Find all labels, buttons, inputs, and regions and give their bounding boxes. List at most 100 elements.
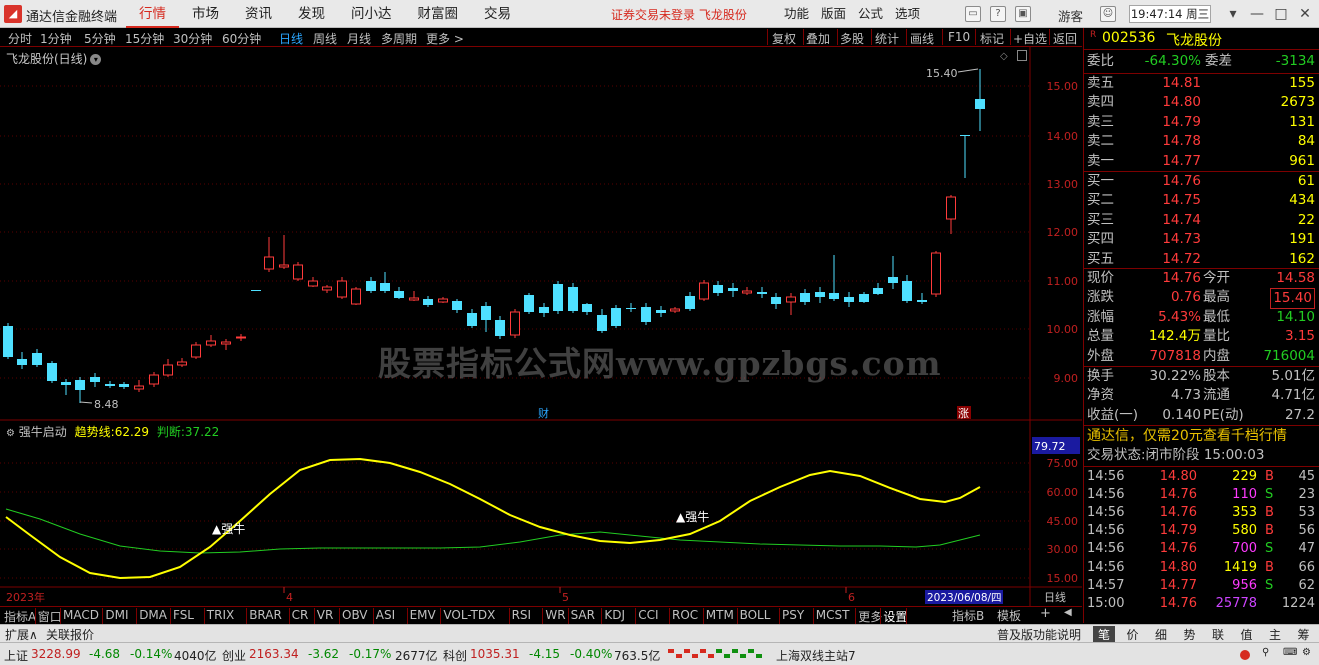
indicator-tab-kdj17[interactable]: KDJ [604, 608, 625, 622]
settings-icon[interactable]: ⚙ [1302, 647, 1311, 658]
ask-row-2[interactable]: 卖四 14.80 2673 [1087, 93, 1317, 112]
tool-adjust[interactable]: 复权 [772, 30, 796, 47]
help-icon[interactable]: ? [990, 6, 1006, 22]
indicator-tab-boll21[interactable]: BOLL [740, 608, 771, 622]
search-icon[interactable]: ⚲ [1262, 647, 1269, 658]
indicator-tab-macd2[interactable]: MACD [63, 608, 99, 622]
indicator-tab-emv12[interactable]: EMV [410, 608, 436, 622]
detail-tab-0[interactable]: 笔 [1093, 626, 1116, 643]
bid-row-4[interactable]: 买四 14.73 191 [1087, 230, 1317, 249]
indicator-b-button[interactable]: 指标B [952, 607, 984, 623]
indicator-tab-24[interactable]: 更多 [858, 608, 882, 625]
period-monthly[interactable]: 月线 [347, 30, 371, 47]
menu-news[interactable]: 资讯 [232, 0, 285, 28]
close-icon[interactable]: ✕ [1294, 4, 1316, 24]
indicator-tab-psy22[interactable]: PSY [782, 608, 804, 622]
indicator-title[interactable]: ⚙ 强牛启动 趋势线:62.29 判断:37.22 [6, 423, 219, 440]
detail-tab-4[interactable]: 联 [1207, 626, 1229, 643]
finance-marker[interactable]: 财 [538, 406, 549, 420]
menu-options[interactable]: 选项 [889, 0, 926, 28]
tool-add-favorite[interactable]: +自选 [1013, 30, 1047, 47]
bid-row-1[interactable]: 买一 14.76 61 [1087, 172, 1317, 191]
ask-row-3[interactable]: 卖三 14.79 131 [1087, 113, 1317, 132]
period-30min[interactable]: 30分钟 [173, 30, 212, 47]
window-icon[interactable]: ▭ [965, 6, 981, 22]
alert-icon[interactable] [1240, 650, 1250, 660]
menu-function[interactable]: 功能 [778, 0, 815, 28]
menu-formula[interactable]: 公式 [852, 0, 889, 28]
bid-row-3[interactable]: 买三 14.74 22 [1087, 211, 1317, 230]
chart-settings-icon[interactable]: ▾ [90, 54, 102, 65]
tool-mark[interactable]: 标记 [980, 30, 1004, 47]
detail-tab-6[interactable]: 主 [1264, 626, 1286, 643]
user-icon[interactable]: ☺ [1100, 6, 1116, 22]
indicator-tab-sar16[interactable]: SAR [571, 608, 595, 622]
detail-tab-7[interactable]: 筹 [1293, 626, 1315, 643]
period-1min[interactable]: 1分钟 [40, 30, 72, 47]
detail-tab-2[interactable]: 细 [1150, 626, 1172, 643]
indicator-settings-icon[interactable]: ⚙ [6, 428, 15, 439]
kc-index-label[interactable]: 科创 [443, 647, 467, 664]
menu-ask[interactable]: 问小达 [338, 0, 405, 28]
period-daily[interactable]: 日线 [279, 30, 303, 47]
indicator-tab-voltdx13[interactable]: VOL-TDX [443, 608, 495, 622]
period-60min[interactable]: 60分钟 [222, 30, 261, 47]
ask-row-4[interactable]: 卖二 14.78 84 [1087, 132, 1317, 151]
period-more[interactable]: 更多 > [426, 30, 464, 47]
tool-draw[interactable]: 画线 [910, 30, 934, 47]
indicator-tab-brar7[interactable]: BRAR [249, 608, 282, 622]
lock-icon[interactable]: ▣ [1015, 6, 1031, 22]
edition-help-link[interactable]: 普及版功能说明 [997, 626, 1081, 643]
minimize-icon[interactable]: — [1246, 4, 1268, 24]
maximize-icon[interactable]: □ [1270, 4, 1292, 24]
indicator-tab-trix6[interactable]: TRIX [207, 608, 234, 622]
ask-row-5[interactable]: 卖一 14.77 961 [1087, 152, 1317, 171]
indicator-tab-mtm20[interactable]: MTM [706, 608, 734, 622]
period-15min[interactable]: 15分钟 [125, 30, 164, 47]
menu-layout[interactable]: 版面 [815, 0, 852, 28]
tool-stats[interactable]: 统计 [875, 30, 899, 47]
skin-icon[interactable]: ▾ [1222, 4, 1244, 24]
promo-link[interactable]: 通达信，仅需20元查看千档行情 [1087, 427, 1317, 446]
indicator-tab-dma4[interactable]: DMA [139, 608, 167, 622]
tool-f10[interactable]: F10 [948, 30, 970, 44]
expand-tab[interactable]: 扩展∧ [5, 626, 38, 643]
keyboard-icon[interactable]: ⌨ [1283, 647, 1297, 658]
indicator-tab-mcst23[interactable]: MCST [816, 608, 850, 622]
detail-tab-3[interactable]: 势 [1179, 626, 1201, 643]
period-5min[interactable]: 5分钟 [84, 30, 116, 47]
detail-tab-5[interactable]: 值 [1236, 626, 1258, 643]
add-icon[interactable]: + [1040, 606, 1051, 621]
tool-back[interactable]: 返回 [1053, 30, 1077, 47]
indicator-tab-asi11[interactable]: ASI [376, 608, 395, 622]
tool-overlay[interactable]: 叠加 [806, 30, 830, 47]
indicator-tab-obv10[interactable]: OBV [342, 608, 368, 622]
tool-multi-stock[interactable]: 多股 [840, 30, 864, 47]
period-tick[interactable]: 分时 [8, 30, 32, 47]
trade-login-notice[interactable]: 证券交易未登录 飞龙股份 [611, 6, 747, 23]
bid-row-5[interactable]: 买五 14.72 162 [1087, 250, 1317, 269]
diamond-icon[interactable]: ◇ [1000, 51, 1008, 62]
window-toggle-icon[interactable] [1017, 50, 1027, 61]
indicator-tab-wr15[interactable]: WR [545, 608, 565, 622]
indicator-tab-1[interactable]: 窗口 [38, 608, 62, 625]
cy-index-label[interactable]: 创业 [222, 647, 246, 664]
menu-quotes[interactable]: 行情 [126, 0, 179, 28]
detail-tab-1[interactable]: 价 [1122, 626, 1144, 643]
related-quotes-tab[interactable]: 关联报价 [46, 626, 94, 643]
indicator-tab-vr9[interactable]: VR [317, 608, 334, 622]
menu-discover[interactable]: 发现 [285, 0, 338, 28]
menu-wealth[interactable]: 财富圈 [405, 0, 472, 28]
indicator-tab-cci18[interactable]: CCI [638, 608, 658, 622]
indicator-tab-a0[interactable]: 指标A [4, 608, 36, 625]
indicator-tab-roc19[interactable]: ROC [672, 608, 698, 622]
indicator-tab-25[interactable]: 设置 [883, 608, 907, 625]
ask-row-1[interactable]: 卖五 14.81 155 [1087, 74, 1317, 93]
indicator-tab-rsi14[interactable]: RSI [512, 608, 532, 622]
template-button[interactable]: 模板 [997, 607, 1021, 624]
period-weekly[interactable]: 周线 [313, 30, 337, 47]
sh-index-label[interactable]: 上证 [4, 647, 28, 664]
server-name[interactable]: 上海双线主站7 [776, 647, 856, 664]
kline-chart-area[interactable]: 15.00 14.00 13.00 12.00 11.00 10.00 9.00… [0, 47, 1082, 606]
scroll-left-icon[interactable]: ◀ [1064, 607, 1072, 618]
